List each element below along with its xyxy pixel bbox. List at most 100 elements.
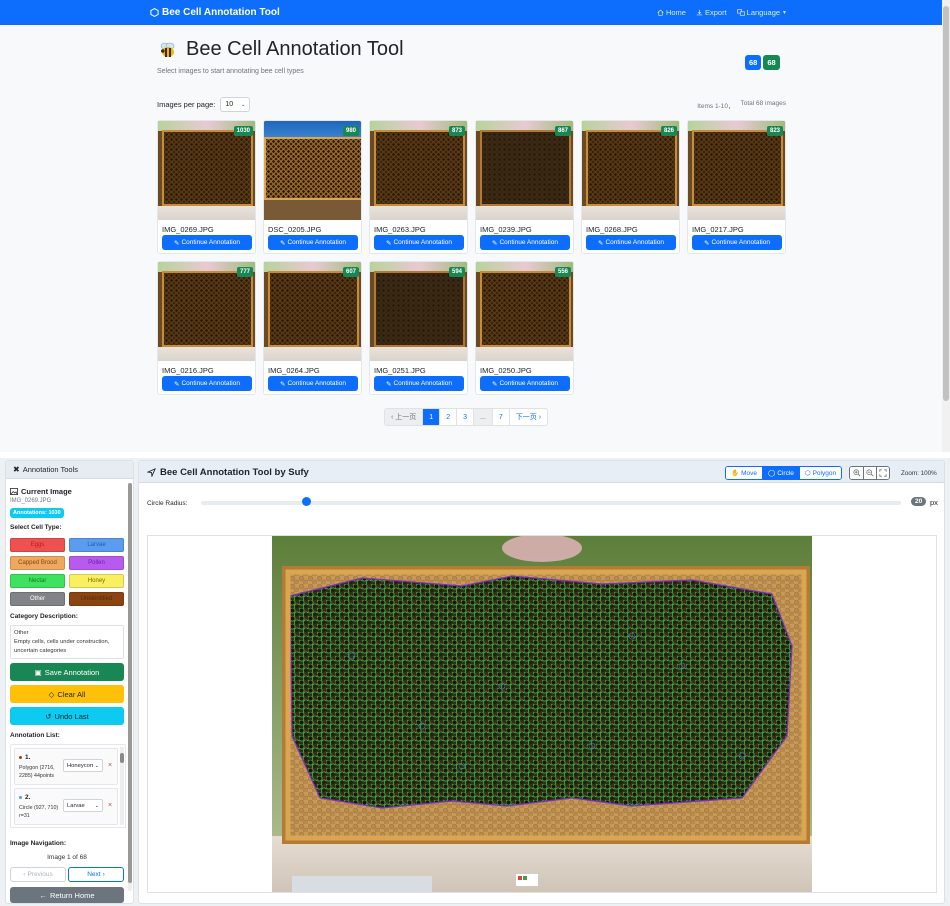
- image-card[interactable]: 873 IMG_0263.JPG ✎ Continue Annotation: [369, 120, 468, 254]
- continue-annotation-label: Continue Annotation: [287, 239, 346, 246]
- image-card[interactable]: 980 DSC_0205.JPG ✎ Continue Annotation: [263, 120, 362, 254]
- mode-polygon-button[interactable]: ⬡ Polygon: [798, 467, 842, 479]
- continue-annotation-button[interactable]: ✎ Continue Annotation: [162, 235, 252, 250]
- image-thumbnail[interactable]: 823: [688, 121, 785, 220]
- continue-annotation-button[interactable]: ✎ Continue Annotation: [374, 235, 464, 250]
- cell-type-button[interactable]: Other: [10, 592, 65, 606]
- annotation-count-badge: 980: [342, 126, 359, 136]
- clear-all-button[interactable]: ◇ Clear All: [10, 685, 124, 703]
- annotation-item[interactable]: 1. Polygon (2716, 2285) 44points Honeyco…: [14, 748, 118, 785]
- image-thumbnail[interactable]: 607: [264, 262, 361, 361]
- previous-image-button[interactable]: ‹ Previous: [10, 867, 66, 882]
- image-card[interactable]: 556 IMG_0250.JPG ✎ Continue Annotation: [475, 261, 574, 395]
- sidebar-scrollbar[interactable]: [128, 483, 132, 891]
- cell-type-button[interactable]: Pollen: [69, 556, 124, 570]
- continue-annotation-button[interactable]: ✎ Continue Annotation: [374, 376, 464, 391]
- thumbnail-comb: [162, 130, 253, 206]
- image-card[interactable]: 594 IMG_0251.JPG ✎ Continue Annotation: [369, 261, 468, 395]
- save-annotation-button[interactable]: ▣ Save Annotation: [10, 663, 124, 681]
- hand-icon: ✋: [731, 470, 740, 477]
- pagination-page-7[interactable]: 7: [491, 409, 509, 425]
- zoom-out-icon: [866, 469, 874, 477]
- nav-link-home[interactable]: Home: [657, 8, 686, 17]
- previous-image-label: Previous: [27, 871, 53, 878]
- nav-link-language[interactable]: Language ▼: [736, 8, 787, 17]
- image-card[interactable]: 777 IMG_0216.JPG ✎ Continue Annotation: [157, 261, 256, 395]
- continue-annotation-button[interactable]: ✎ Continue Annotation: [268, 376, 358, 391]
- per-page-select[interactable]: 10 ⌄: [220, 97, 251, 112]
- return-home-button[interactable]: ← Return Home: [10, 887, 124, 903]
- cell-type-button[interactable]: Honey: [69, 574, 124, 588]
- image-counter: Image 1 of 68: [47, 854, 87, 861]
- image-thumbnail[interactable]: 826: [582, 121, 679, 220]
- pagination-page-3[interactable]: 3: [456, 409, 473, 425]
- zoom-in-button[interactable]: [850, 467, 863, 479]
- pagination-page-1[interactable]: 1: [422, 409, 440, 425]
- annotation-description: Polygon (2716, 2285) 44points: [19, 765, 55, 779]
- image-thumbnail[interactable]: 873: [370, 121, 467, 220]
- annotation-list-scrollbar-thumb[interactable]: [120, 753, 124, 763]
- annotation-type-select[interactable]: Larvae ⌄: [63, 799, 103, 812]
- annotation-canvas[interactable]: [147, 535, 937, 893]
- image-thumbnail[interactable]: 980: [264, 121, 361, 220]
- mode-circle-button[interactable]: ◯ Circle: [762, 467, 799, 479]
- thumbnail-comb: [586, 130, 677, 206]
- image-filename: IMG_0269.JPG: [162, 225, 214, 234]
- image-thumbnail[interactable]: 594: [370, 262, 467, 361]
- page-scrollbar[interactable]: [942, 0, 950, 452]
- undo-last-button[interactable]: ↺ Undo Last: [10, 707, 124, 725]
- image-card[interactable]: 1030 IMG_0269.JPG ✎ Continue Annotation: [157, 120, 256, 254]
- home-icon: [657, 9, 664, 16]
- continue-annotation-button[interactable]: ✎ Continue Annotation: [268, 235, 358, 250]
- annotation-list[interactable]: 1. Polygon (2716, 2285) 44points Honeyco…: [10, 744, 126, 828]
- fit-screen-button[interactable]: [876, 467, 889, 479]
- image-filename: DSC_0205.JPG: [268, 225, 322, 234]
- continue-annotation-button[interactable]: ✎ Continue Annotation: [480, 376, 570, 391]
- continue-annotation-button[interactable]: ✎ Continue Annotation: [692, 235, 782, 250]
- continue-annotation-button[interactable]: ✎ Continue Annotation: [162, 376, 252, 391]
- edit-icon: ✎: [597, 239, 604, 247]
- annotation-count-badge: 1030: [233, 126, 253, 136]
- next-image-button[interactable]: Next ›: [68, 867, 124, 882]
- annotation-item[interactable]: 2. Circle (927, 710) r=31 Larvae ⌄ ×: [14, 788, 118, 825]
- continue-annotation-button[interactable]: ✎ Continue Annotation: [480, 235, 570, 250]
- image-card[interactable]: 826 IMG_0268.JPG ✎ Continue Annotation: [581, 120, 680, 254]
- annotated-comb-image[interactable]: [272, 536, 812, 892]
- edit-icon: ✎: [173, 380, 180, 388]
- image-thumbnail[interactable]: 556: [476, 262, 573, 361]
- image-thumbnail[interactable]: 867: [476, 121, 573, 220]
- cell-type-button[interactable]: Nectar: [10, 574, 65, 588]
- undo-icon: ↺: [45, 711, 52, 721]
- cell-type-button[interactable]: Eggs: [10, 538, 65, 552]
- delete-annotation-icon[interactable]: ×: [108, 802, 112, 809]
- image-thumbnail[interactable]: 777: [158, 262, 255, 361]
- sidebar-scrollbar-thumb[interactable]: [128, 483, 132, 883]
- image-thumbnail[interactable]: 1030: [158, 121, 255, 220]
- annotation-type-select[interactable]: Honeycomb ⌄: [63, 759, 103, 772]
- continue-annotation-button[interactable]: ✎ Continue Annotation: [586, 235, 676, 250]
- pagination-prev[interactable]: ‹ 上一页: [385, 409, 423, 425]
- zoom-in-icon: [852, 469, 860, 477]
- annotation-list-title: Annotation List:: [10, 732, 60, 739]
- image-card[interactable]: 823 IMG_0217.JPG ✎ Continue Annotation: [687, 120, 786, 254]
- pagination-next[interactable]: 下一页 ›: [508, 409, 547, 425]
- navbar-brand[interactable]: Bee Cell Annotation Tool: [150, 7, 280, 18]
- image-card[interactable]: 867 IMG_0239.JPG ✎ Continue Annotation: [475, 120, 574, 254]
- sidebar-header: ✖ Annotation Tools: [6, 461, 133, 479]
- image-navigation-title: Image Navigation:: [10, 840, 66, 847]
- nav-link-export[interactable]: Export: [696, 8, 727, 17]
- mode-move-button[interactable]: ✋ Move: [726, 467, 762, 479]
- image-filename: IMG_0216.JPG: [162, 366, 214, 375]
- image-card[interactable]: 607 IMG_0264.JPG ✎ Continue Annotation: [263, 261, 362, 395]
- cell-type-button[interactable]: Larvae: [69, 538, 124, 552]
- circle-radius-slider-thumb[interactable]: [301, 497, 311, 506]
- zoom-out-button[interactable]: [863, 467, 876, 479]
- page-scrollbar-thumb[interactable]: [943, 6, 949, 401]
- chevron-right-icon: ›: [102, 871, 105, 878]
- category-description: Empty cells, cells under construction, u…: [14, 639, 110, 654]
- annotation-list-scrollbar[interactable]: [120, 747, 124, 825]
- delete-annotation-icon[interactable]: ×: [108, 762, 112, 769]
- pagination-page-2[interactable]: 2: [439, 409, 456, 425]
- cell-type-button[interactable]: Unidentified: [69, 592, 124, 606]
- cell-type-button[interactable]: Capped Brood: [10, 556, 65, 570]
